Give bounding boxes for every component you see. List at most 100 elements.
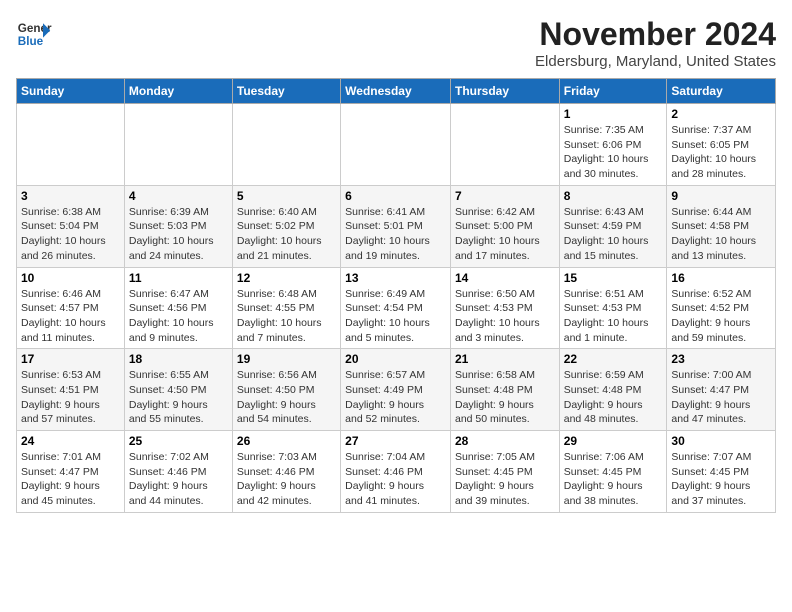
day-cell: [341, 104, 451, 186]
day-info: Sunrise: 7:04 AM Sunset: 4:46 PM Dayligh…: [345, 450, 446, 509]
day-cell: 25 Sunrise: 7:02 AM Sunset: 4:46 PM Dayli…: [124, 431, 232, 513]
day-info: Sunrise: 6:39 AM Sunset: 5:03 PM Dayligh…: [129, 205, 228, 264]
day-cell: 28 Sunrise: 7:05 AM Sunset: 4:45 PM Dayli…: [450, 431, 559, 513]
day-info: Sunrise: 6:40 AM Sunset: 5:02 PM Dayligh…: [237, 205, 336, 264]
day-info: Sunrise: 6:43 AM Sunset: 4:59 PM Dayligh…: [564, 205, 663, 264]
day-cell: 15Sunrise: 6:51 AM Sunset: 4:53 PM Dayli…: [559, 267, 667, 349]
day-cell: 21 Sunrise: 6:58 AM Sunset: 4:48 PM Dayli…: [450, 349, 559, 431]
day-cell: 9 Sunrise: 6:44 AM Sunset: 4:58 PM Daylig…: [667, 185, 776, 267]
day-info: Sunrise: 7:02 AM Sunset: 4:46 PM Dayligh…: [129, 450, 228, 509]
header-wednesday: Wednesday: [341, 79, 451, 104]
week-row-1: 3 Sunrise: 6:38 AM Sunset: 5:04 PM Daylig…: [17, 185, 776, 267]
day-number: 26: [237, 434, 336, 448]
day-cell: 23 Sunrise: 7:00 AM Sunset: 4:47 PM Dayli…: [667, 349, 776, 431]
day-info: Sunrise: 7:03 AM Sunset: 4:46 PM Dayligh…: [237, 450, 336, 509]
day-cell: 8 Sunrise: 6:43 AM Sunset: 4:59 PM Daylig…: [559, 185, 667, 267]
day-number: 4: [129, 189, 228, 203]
day-number: 9: [671, 189, 771, 203]
day-cell: 16Sunrise: 6:52 AM Sunset: 4:52 PM Dayli…: [667, 267, 776, 349]
day-number: 25: [129, 434, 228, 448]
day-info: Sunrise: 6:56 AM Sunset: 4:50 PM Dayligh…: [237, 368, 336, 427]
day-number: 30: [671, 434, 771, 448]
day-info: Sunrise: 6:50 AM Sunset: 4:53 PM Dayligh…: [455, 287, 555, 346]
day-info: Sunrise: 6:55 AM Sunset: 4:50 PM Dayligh…: [129, 368, 228, 427]
day-info: Sunrise: 6:49 AM Sunset: 4:54 PM Dayligh…: [345, 287, 446, 346]
header-tuesday: Tuesday: [232, 79, 340, 104]
day-cell: [17, 104, 125, 186]
day-cell: 13 Sunrise: 6:49 AM Sunset: 4:54 PM Dayli…: [341, 267, 451, 349]
day-cell: 24 Sunrise: 7:01 AM Sunset: 4:47 PM Dayli…: [17, 431, 125, 513]
day-number: 13: [345, 271, 446, 285]
day-info: Sunrise: 6:48 AM Sunset: 4:55 PM Dayligh…: [237, 287, 336, 346]
week-row-2: 10Sunrise: 6:46 AM Sunset: 4:57 PM Dayli…: [17, 267, 776, 349]
day-cell: 2 Sunrise: 7:37 AM Sunset: 6:05 PM Daylig…: [667, 104, 776, 186]
day-number: 8: [564, 189, 663, 203]
header-saturday: Saturday: [667, 79, 776, 104]
day-cell: 29Sunrise: 7:06 AM Sunset: 4:45 PM Dayli…: [559, 431, 667, 513]
day-info: Sunrise: 6:42 AM Sunset: 5:00 PM Dayligh…: [455, 205, 555, 264]
day-number: 29: [564, 434, 663, 448]
day-cell: 17Sunrise: 6:53 AM Sunset: 4:51 PM Dayli…: [17, 349, 125, 431]
day-number: 12: [237, 271, 336, 285]
logo-icon: General Blue: [16, 16, 52, 52]
day-cell: 20 Sunrise: 6:57 AM Sunset: 4:49 PM Dayli…: [341, 349, 451, 431]
location-title: Eldersburg, Maryland, United States: [535, 53, 776, 70]
day-info: Sunrise: 6:47 AM Sunset: 4:56 PM Dayligh…: [129, 287, 228, 346]
header-friday: Friday: [559, 79, 667, 104]
day-number: 28: [455, 434, 555, 448]
day-cell: 27 Sunrise: 7:04 AM Sunset: 4:46 PM Dayli…: [341, 431, 451, 513]
day-cell: 3 Sunrise: 6:38 AM Sunset: 5:04 PM Daylig…: [17, 185, 125, 267]
day-number: 15: [564, 271, 663, 285]
day-number: 14: [455, 271, 555, 285]
day-info: Sunrise: 7:01 AM Sunset: 4:47 PM Dayligh…: [21, 450, 120, 509]
header-thursday: Thursday: [450, 79, 559, 104]
day-cell: 22 Sunrise: 6:59 AM Sunset: 4:48 PM Dayli…: [559, 349, 667, 431]
day-cell: 19 Sunrise: 6:56 AM Sunset: 4:50 PM Dayli…: [232, 349, 340, 431]
title-area: November 2024 Eldersburg, Maryland, Unit…: [535, 16, 776, 70]
header-sunday: Sunday: [17, 79, 125, 104]
day-info: Sunrise: 6:58 AM Sunset: 4:48 PM Dayligh…: [455, 368, 555, 427]
day-number: 3: [21, 189, 120, 203]
day-number: 18: [129, 352, 228, 366]
day-info: Sunrise: 7:00 AM Sunset: 4:47 PM Dayligh…: [671, 368, 771, 427]
day-info: Sunrise: 7:05 AM Sunset: 4:45 PM Dayligh…: [455, 450, 555, 509]
day-info: Sunrise: 6:57 AM Sunset: 4:49 PM Dayligh…: [345, 368, 446, 427]
day-info: Sunrise: 7:07 AM Sunset: 4:45 PM Dayligh…: [671, 450, 771, 509]
day-number: 24: [21, 434, 120, 448]
day-info: Sunrise: 6:41 AM Sunset: 5:01 PM Dayligh…: [345, 205, 446, 264]
calendar-table: SundayMondayTuesdayWednesdayThursdayFrid…: [16, 78, 776, 513]
day-number: 22: [564, 352, 663, 366]
day-info: Sunrise: 7:35 AM Sunset: 6:06 PM Dayligh…: [564, 123, 663, 182]
day-number: 17: [21, 352, 120, 366]
day-cell: 7 Sunrise: 6:42 AM Sunset: 5:00 PM Daylig…: [450, 185, 559, 267]
day-cell: [232, 104, 340, 186]
svg-text:Blue: Blue: [18, 35, 44, 48]
day-number: 23: [671, 352, 771, 366]
day-cell: 5Sunrise: 6:40 AM Sunset: 5:02 PM Daylig…: [232, 185, 340, 267]
day-number: 7: [455, 189, 555, 203]
day-cell: 12 Sunrise: 6:48 AM Sunset: 4:55 PM Dayli…: [232, 267, 340, 349]
day-cell: [124, 104, 232, 186]
day-info: Sunrise: 6:59 AM Sunset: 4:48 PM Dayligh…: [564, 368, 663, 427]
day-number: 27: [345, 434, 446, 448]
day-cell: 26 Sunrise: 7:03 AM Sunset: 4:46 PM Dayli…: [232, 431, 340, 513]
month-title: November 2024: [535, 16, 776, 53]
day-number: 20: [345, 352, 446, 366]
day-number: 11: [129, 271, 228, 285]
day-number: 6: [345, 189, 446, 203]
day-cell: [450, 104, 559, 186]
day-number: 2: [671, 107, 771, 121]
day-number: 19: [237, 352, 336, 366]
day-cell: 11 Sunrise: 6:47 AM Sunset: 4:56 PM Dayli…: [124, 267, 232, 349]
header: General Blue November 2024 Eldersburg, M…: [16, 16, 776, 70]
day-cell: 14 Sunrise: 6:50 AM Sunset: 4:53 PM Dayli…: [450, 267, 559, 349]
header-monday: Monday: [124, 79, 232, 104]
day-info: Sunrise: 6:44 AM Sunset: 4:58 PM Dayligh…: [671, 205, 771, 264]
day-number: 21: [455, 352, 555, 366]
week-row-4: 24 Sunrise: 7:01 AM Sunset: 4:47 PM Dayli…: [17, 431, 776, 513]
week-row-3: 17Sunrise: 6:53 AM Sunset: 4:51 PM Dayli…: [17, 349, 776, 431]
day-info: Sunrise: 7:37 AM Sunset: 6:05 PM Dayligh…: [671, 123, 771, 182]
day-info: Sunrise: 6:38 AM Sunset: 5:04 PM Dayligh…: [21, 205, 120, 264]
day-cell: 10Sunrise: 6:46 AM Sunset: 4:57 PM Dayli…: [17, 267, 125, 349]
logo: General Blue: [16, 16, 56, 52]
